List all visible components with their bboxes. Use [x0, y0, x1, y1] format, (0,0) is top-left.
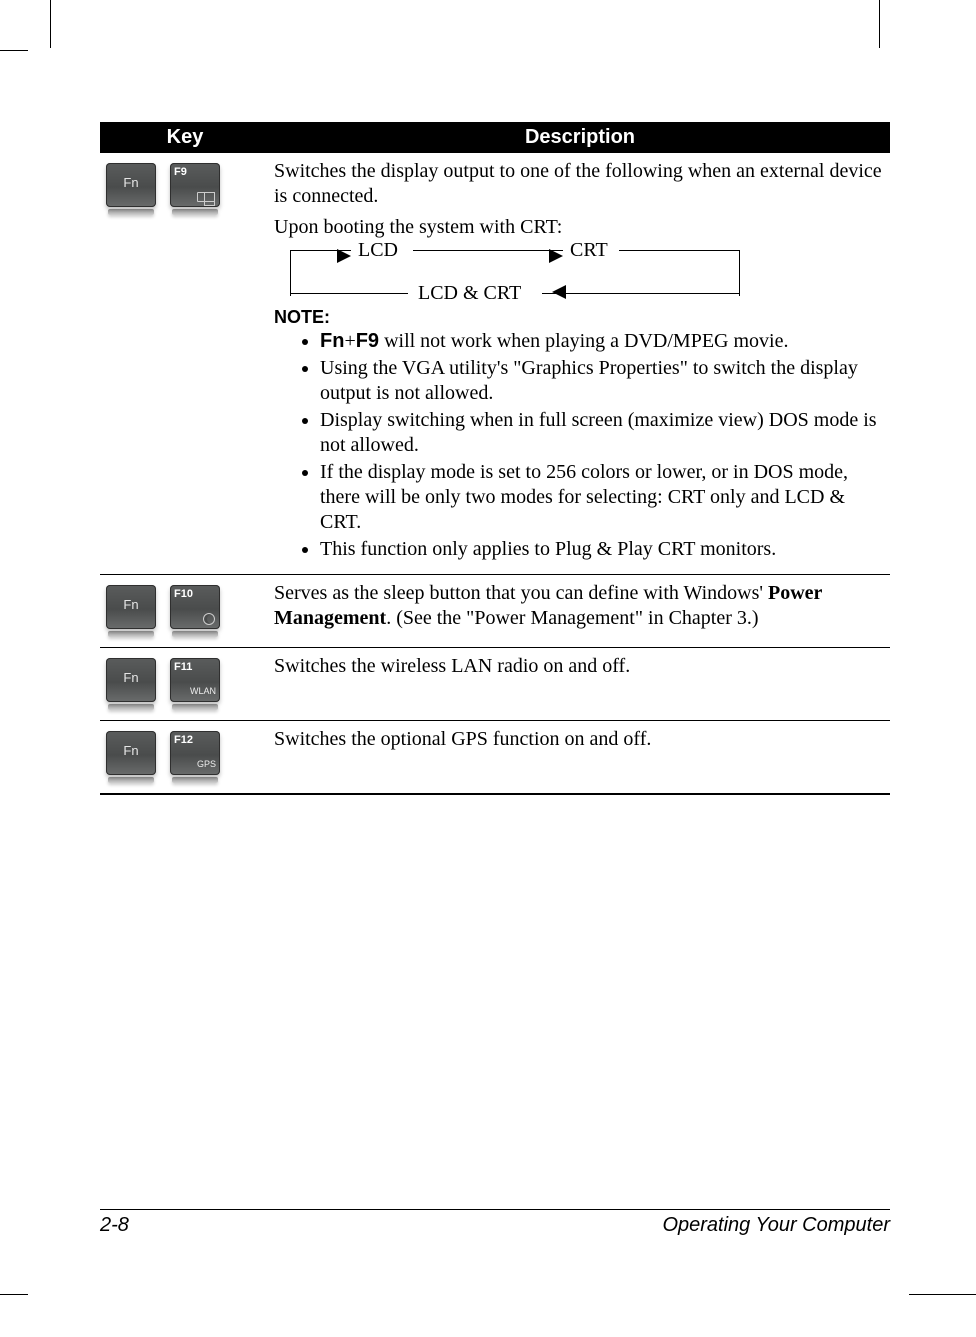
keycap-group-fn-f11: Fn F11 WLAN [104, 654, 266, 710]
note-heading: NOTE: [274, 306, 886, 329]
list-item: Display switching when in full screen (m… [320, 408, 886, 458]
page-number: 2-8 [100, 1214, 129, 1237]
keycap-label: Fn [106, 597, 156, 613]
list-item: Fn+F9 will not work when playing a DVD/M… [320, 329, 886, 354]
cycle-label-lcd: LCD [356, 238, 400, 263]
col-header-key: Key [100, 122, 270, 153]
table-row: Fn F12 GPS Switches the option [100, 720, 890, 794]
crop-mark [50, 0, 51, 48]
hotkey-table: Key Description Fn F9 [100, 122, 890, 795]
table-row: Fn F9 Switches the display ou [100, 153, 890, 574]
keycap-label: F10 [174, 588, 193, 602]
crop-mark [879, 0, 880, 48]
arrow-right-icon [337, 249, 351, 263]
list-item: Using the VGA utility's "Graphics Proper… [320, 356, 886, 406]
note-list: Fn+F9 will not work when playing a DVD/M… [274, 329, 886, 562]
arrow-right-icon [549, 249, 563, 263]
keycap-label: F11 [174, 661, 192, 675]
keycap-label: Fn [106, 743, 156, 759]
table-row: Fn F11 WLAN Switches the wirel [100, 647, 890, 720]
desc-text: Upon booting the system with CRT: [274, 215, 886, 240]
keycap-group-fn-f10: Fn F10 [104, 581, 266, 637]
keycap-fn: Fn [106, 585, 156, 637]
cycle-label-crt: CRT [568, 238, 610, 263]
table-row: Fn F10 Serves as [100, 574, 890, 647]
keycap-f12: F12 GPS [170, 731, 220, 783]
keycap-sublabel: GPS [197, 759, 216, 770]
list-item: If the display mode is set to 256 colors… [320, 460, 886, 535]
keycap-label: Fn [106, 175, 156, 191]
crop-mark [0, 50, 28, 51]
sleep-icon [203, 613, 215, 625]
keycap-sublabel: WLAN [190, 686, 216, 697]
keycap-f10: F10 [170, 585, 220, 637]
desc-text: Switches the optional GPS function on an… [274, 727, 886, 752]
display-icon [197, 192, 215, 202]
keycap-label: F12 [174, 734, 193, 748]
keycap-fn: Fn [106, 731, 156, 783]
desc-text: Switches the wireless LAN radio on and o… [274, 654, 886, 679]
keycap-fn: Fn [106, 658, 156, 710]
col-header-desc: Description [270, 122, 890, 153]
keycap-group-fn-f9: Fn F9 [104, 159, 266, 215]
keycap-fn: Fn [106, 163, 156, 215]
list-item: This function only applies to Plug & Pla… [320, 537, 886, 562]
chapter-title: Operating Your Computer [662, 1214, 890, 1237]
crop-mark [0, 1294, 28, 1295]
keycap-f11: F11 WLAN [170, 658, 220, 710]
keycap-group-fn-f12: Fn F12 GPS [104, 727, 266, 783]
keycap-f9: F9 [170, 163, 220, 215]
crop-mark [909, 1294, 976, 1295]
keycap-label: Fn [106, 670, 156, 686]
cycle-label-both: LCD & CRT [416, 281, 523, 306]
keycap-label: F9 [174, 166, 187, 180]
display-cycle-diagram: LCD CRT LCD & CRT [290, 246, 740, 300]
page-footer: 2-8 Operating Your Computer [100, 1209, 890, 1237]
page-content: Key Description Fn F9 [100, 122, 890, 795]
desc-text: Serves as the sleep button that you can … [274, 581, 886, 631]
arrow-left-icon [552, 285, 566, 299]
desc-text: Switches the display output to one of th… [274, 159, 886, 209]
